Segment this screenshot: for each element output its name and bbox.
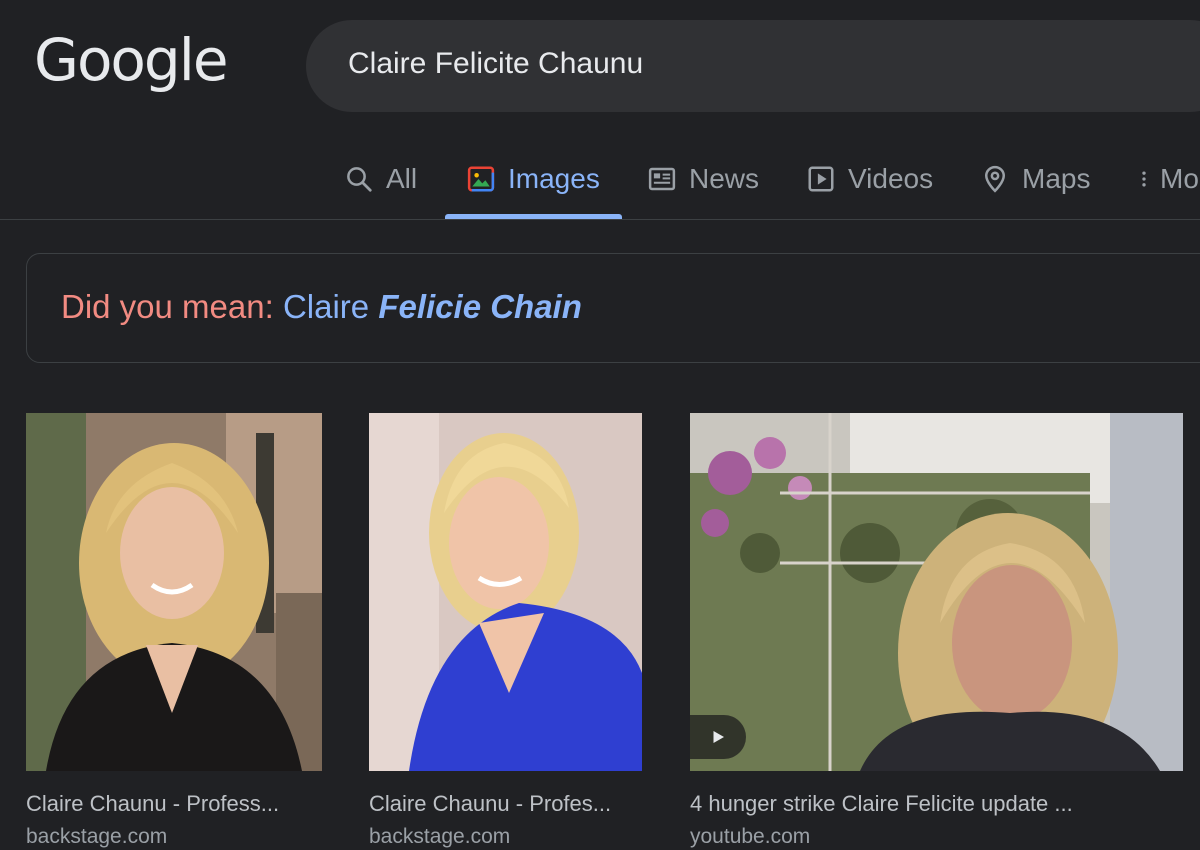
more-vert-icon xyxy=(1142,171,1146,187)
tab-maps[interactable]: Maps xyxy=(980,154,1090,204)
tab-label: Mo xyxy=(1160,163,1199,194)
tab-label: Maps xyxy=(1022,163,1091,194)
search-icon xyxy=(347,167,372,192)
result-thumbnail[interactable] xyxy=(369,413,642,771)
play-badge xyxy=(690,715,746,759)
did-you-mean-prefix: Did you mean: xyxy=(61,288,274,325)
video-still-image xyxy=(690,413,1183,771)
result-source: youtube.com xyxy=(690,825,811,848)
image-result[interactable]: Claire Chaunu - Profes... backstage.com xyxy=(369,413,642,849)
tab-bar: All Images News Videos Maps Mo xyxy=(0,140,1200,220)
play-icon xyxy=(713,731,724,743)
news-icon xyxy=(648,167,676,191)
google-logo[interactable]: Google xyxy=(34,26,229,94)
tab-label: Images xyxy=(508,163,600,194)
tab-all[interactable]: All xyxy=(344,154,417,204)
suggestion-plain: Claire xyxy=(282,288,370,325)
tab-news[interactable]: News xyxy=(647,154,759,204)
tab-more[interactable]: Mo xyxy=(1134,154,1199,204)
result-title[interactable]: Claire Chaunu - Profess... xyxy=(26,791,322,817)
result-title[interactable]: Claire Chaunu - Profes... xyxy=(369,791,642,817)
image-result[interactable]: 4 hunger strike Claire Felicite update .… xyxy=(690,413,1183,849)
video-icon xyxy=(808,166,834,192)
did-you-mean-box: Did you mean: Claire Felicie Chain xyxy=(26,253,1200,363)
tab-videos[interactable]: Videos xyxy=(806,154,933,204)
image-result[interactable]: Claire Chaunu - Profess... backstage.com xyxy=(26,413,322,849)
suggestion-emphasis: Felicie Chain xyxy=(378,288,582,325)
tab-images[interactable]: Images xyxy=(466,154,600,204)
result-thumbnail[interactable] xyxy=(690,413,1183,771)
portrait-image xyxy=(26,413,322,771)
search-results-page: Google Claire Felicite Chaunu All Images xyxy=(0,0,1200,850)
search-input[interactable]: Claire Felicite Chaunu xyxy=(348,47,643,81)
map-pin-icon xyxy=(984,165,1006,193)
result-source: backstage.com xyxy=(369,825,511,848)
result-source: backstage.com xyxy=(26,825,168,848)
result-thumbnail[interactable] xyxy=(26,413,322,771)
tab-label: Videos xyxy=(848,163,934,194)
tab-label: News xyxy=(689,163,760,194)
image-icon xyxy=(467,166,495,192)
result-title[interactable]: 4 hunger strike Claire Felicite update .… xyxy=(690,791,1183,817)
portrait-image xyxy=(369,413,642,771)
did-you-mean-line: Did you mean: Claire Felicie Chain xyxy=(61,288,582,326)
tabs-divider xyxy=(0,219,1200,220)
search-box[interactable]: Claire Felicite Chaunu xyxy=(306,20,1200,112)
did-you-mean-suggestion[interactable]: Claire Felicie Chain xyxy=(283,288,582,325)
tab-label: All xyxy=(386,163,418,194)
